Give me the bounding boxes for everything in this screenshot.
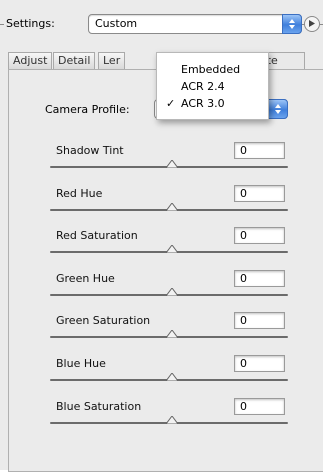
- slider-row-blue-hue: Blue Hue 0: [48, 355, 298, 397]
- tab-detail[interactable]: Detail: [53, 52, 96, 69]
- slider-label: Red Hue: [56, 187, 103, 200]
- slider-row-blue-saturation: Blue Saturation 0: [48, 398, 298, 440]
- settings-row: Settings: Custom: [0, 14, 323, 36]
- slider-row-green-saturation: Green Saturation 0: [48, 312, 298, 354]
- slider-thumb-icon[interactable]: [166, 160, 178, 168]
- slider-label: Green Saturation: [56, 314, 151, 327]
- slider-label: Blue Hue: [56, 357, 106, 370]
- play-arrow-icon: [309, 20, 315, 27]
- green-hue-field[interactable]: 0: [234, 270, 285, 287]
- menu-item-acr-2-4[interactable]: ACR 2.4: [181, 80, 225, 93]
- settings-menu-button[interactable]: [304, 16, 320, 32]
- slider-thumb-icon[interactable]: [166, 330, 178, 338]
- slider-label: Blue Saturation: [56, 400, 142, 413]
- slider-label: Green Hue: [56, 272, 115, 285]
- red-hue-field[interactable]: 0: [234, 185, 285, 202]
- slider-row-red-hue: Red Hue 0: [48, 185, 298, 227]
- red-saturation-field[interactable]: 0: [234, 227, 285, 244]
- camera-calibrate-panel: Settings: Custom Adjust Detail Ler ate C…: [0, 0, 323, 472]
- divider-line: [0, 24, 4, 25]
- settings-label: Settings:: [6, 17, 55, 30]
- menu-item-acr-3-0[interactable]: ACR 3.0: [181, 97, 225, 110]
- blue-saturation-field[interactable]: 0: [234, 398, 285, 415]
- slider-row-red-saturation: Red Saturation 0: [48, 227, 298, 269]
- checkmark-icon: ✓: [166, 97, 176, 110]
- settings-dropdown[interactable]: Custom: [88, 14, 302, 34]
- slider-thumb-icon[interactable]: [166, 245, 178, 253]
- slider-thumb-icon[interactable]: [166, 373, 178, 381]
- tab-label: Adjust: [13, 54, 48, 67]
- menu-item-embedded[interactable]: Embedded: [181, 63, 240, 76]
- camera-profile-label: Camera Profile:: [45, 103, 130, 116]
- slider-row-shadow-tint: Shadow Tint 0: [48, 142, 298, 184]
- dropdown-arrows-icon: [282, 14, 302, 34]
- green-saturation-field[interactable]: 0: [234, 312, 285, 329]
- tab-lens[interactable]: Ler: [98, 52, 126, 69]
- tab-label: Ler: [103, 54, 121, 67]
- tab-label: Detail: [58, 54, 91, 67]
- slider-label: Red Saturation: [56, 229, 138, 242]
- slider-thumb-icon[interactable]: [166, 203, 178, 211]
- tab-adjust[interactable]: Adjust: [8, 52, 53, 69]
- blue-hue-field[interactable]: 0: [234, 355, 285, 372]
- slider-row-green-hue: Green Hue 0: [48, 270, 298, 312]
- dropdown-arrows-icon: [268, 99, 288, 119]
- settings-value: Custom: [95, 17, 138, 30]
- slider-thumb-icon[interactable]: [166, 288, 178, 296]
- camera-profile-menu: Embedded ACR 2.4 ✓ ACR 3.0: [156, 52, 269, 120]
- shadow-tint-field[interactable]: 0: [234, 142, 285, 159]
- slider-thumb-icon[interactable]: [166, 416, 178, 424]
- slider-label: Shadow Tint: [56, 144, 124, 157]
